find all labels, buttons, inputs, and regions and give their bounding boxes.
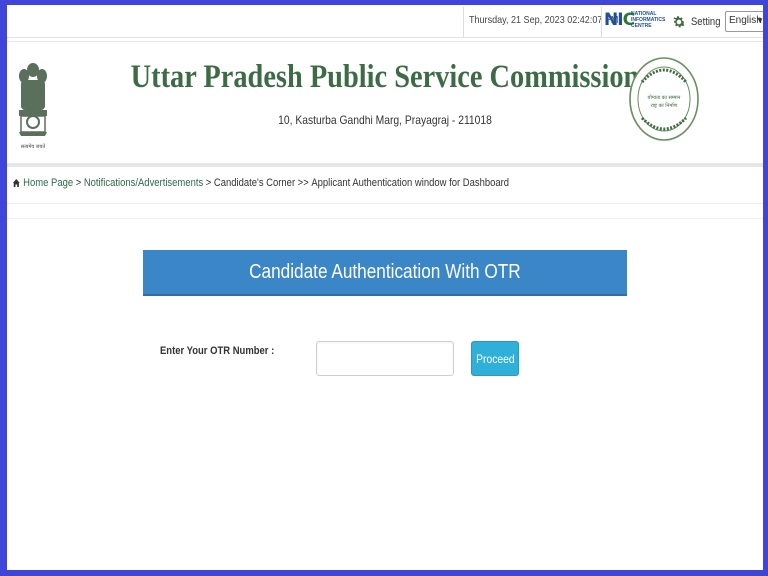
seal-text: योग्यता का सम्मान xyxy=(648,94,681,101)
divider xyxy=(601,7,602,37)
setting-label: Setting xyxy=(691,16,721,28)
breadcrumb-candidates-corner: Candidate's Corner xyxy=(213,177,296,189)
divider xyxy=(7,218,763,219)
breadcrumb-separator: > xyxy=(75,177,82,189)
current-datetime: Thursday, 21 Sep, 2023 02:42:07 PM xyxy=(469,14,619,26)
auth-panel-header: Candidate Authentication With OTR xyxy=(143,250,627,296)
breadcrumb-home-link[interactable]: Home Page xyxy=(23,177,73,189)
breadcrumb-separator: >> xyxy=(297,177,309,189)
gear-icon xyxy=(673,16,686,28)
page-title: Uttar Pradesh Public Service Commission xyxy=(130,59,640,95)
emblem-caption: सत्यमेव जयते xyxy=(21,143,46,150)
breadcrumb: Home Page > Notifications/Advertisements… xyxy=(12,175,509,191)
nic-logo-line: CENTRE xyxy=(631,23,652,29)
language-select[interactable]: English ▼ xyxy=(725,11,763,32)
proceed-button-label: Proceed xyxy=(475,351,515,366)
site-header: सत्यमेव जयते Uttar Pradesh Public Servic… xyxy=(7,41,763,163)
page: Thursday, 21 Sep, 2023 02:42:07 PM NIC N… xyxy=(7,5,763,570)
top-bar: Thursday, 21 Sep, 2023 02:42:07 PM NIC N… xyxy=(7,5,763,38)
divider xyxy=(7,163,763,167)
state-emblem-icon: सत्यमेव जयते xyxy=(15,56,51,152)
home-icon xyxy=(12,179,20,187)
chevron-down-icon: ▼ xyxy=(756,16,763,25)
otr-number-input[interactable] xyxy=(316,341,454,376)
divider xyxy=(463,7,464,37)
auth-panel-title: Candidate Authentication With OTR xyxy=(249,260,521,283)
proceed-button[interactable]: Proceed xyxy=(471,341,519,376)
breadcrumb-notifications-link[interactable]: Notifications/Advertisements xyxy=(84,177,203,189)
seal-text: राष्ट्र का निर्माण xyxy=(651,102,678,109)
divider xyxy=(7,203,763,204)
breadcrumb-current-page: Applicant Authentication window for Dash… xyxy=(311,177,510,189)
org-address: 10, Kasturba Gandhi Marg, Prayagraj - 21… xyxy=(278,113,492,127)
breadcrumb-separator: > xyxy=(205,177,212,189)
setting-button[interactable]: Setting xyxy=(671,11,725,33)
nic-logo-icon: NIC NATIONAL INFORMATICS CENTRE xyxy=(604,10,666,30)
uppsc-seal-icon: योग्यता का सम्मान राष्ट्र का निर्माण xyxy=(628,56,700,142)
otr-number-label: Enter Your OTR Number : xyxy=(160,345,275,357)
